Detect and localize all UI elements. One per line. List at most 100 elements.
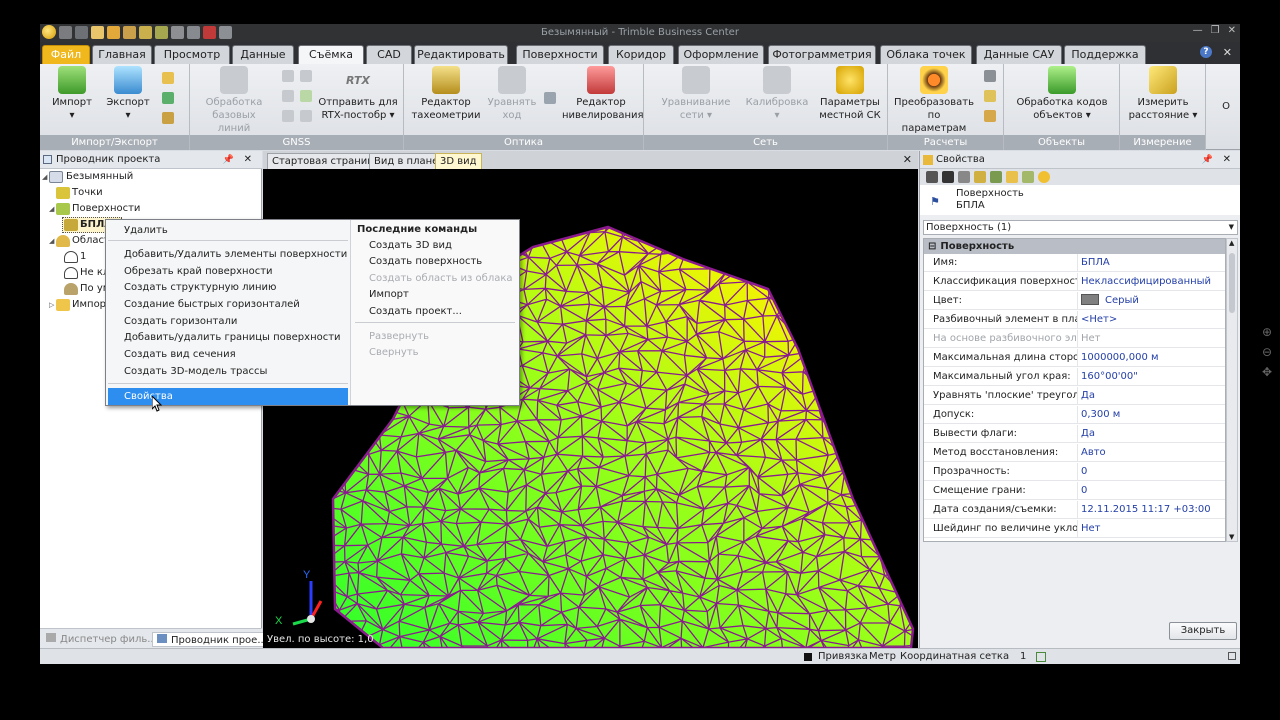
- context-menu-item[interactable]: Обрезать край поверхности: [108, 263, 348, 280]
- tab-cad[interactable]: CAD: [366, 45, 412, 64]
- property-row[interactable]: Максимальный угол края: 160°00'00": [924, 368, 1225, 386]
- recent-command-item[interactable]: Развернуть: [369, 329, 519, 345]
- resize-grip-icon[interactable]: [1228, 652, 1236, 660]
- selection-count-icon[interactable]: [1036, 652, 1046, 662]
- context-menu-item[interactable]: Добавить/удалить границы поверхности: [108, 329, 348, 346]
- toolbar-icon[interactable]: [990, 171, 1002, 183]
- toolbar-icon[interactable]: [958, 171, 970, 183]
- status-snap[interactable]: Привязка: [818, 651, 868, 662]
- property-value[interactable]: Да: [1077, 387, 1225, 405]
- property-value[interactable]: БПЛА: [1077, 254, 1225, 272]
- toolbar-icon[interactable]: [974, 171, 986, 183]
- tab-plan-view[interactable]: Вид в плане: [369, 153, 444, 169]
- level-editor-button[interactable]: Редактор нивелирования: [562, 66, 644, 122]
- small-tool-icon[interactable]: [162, 112, 174, 124]
- zoom-out-icon[interactable]: ⊖: [1262, 342, 1272, 362]
- tab-support[interactable]: Поддержка: [1064, 45, 1146, 64]
- property-row[interactable]: Имя: БПЛА: [924, 254, 1225, 272]
- selection-dropdown[interactable]: Поверхность (1) ▼: [923, 220, 1238, 235]
- close-button[interactable]: Закрыть: [1169, 622, 1237, 640]
- local-cs-params-button[interactable]: Параметры местной СК: [816, 66, 884, 122]
- close-pane-icon[interactable]: ✕: [244, 151, 252, 169]
- tab-view[interactable]: Просмотр: [154, 45, 230, 64]
- small-tool-icon[interactable]: [300, 70, 312, 82]
- property-grid-scrollbar[interactable]: ▲ ▼: [1226, 238, 1238, 542]
- close-view-icon[interactable]: ✕: [903, 153, 912, 166]
- tab-filter-manager[interactable]: Диспетчер филь...: [46, 632, 157, 647]
- recent-command-item[interactable]: Создать область из облака: [369, 271, 519, 287]
- property-row[interactable]: Допуск: 0,300 м: [924, 406, 1225, 424]
- property-value[interactable]: Авто: [1077, 444, 1225, 462]
- small-tool-icon[interactable]: [984, 110, 996, 122]
- property-value[interactable]: 0: [1077, 482, 1225, 500]
- context-menu-item[interactable]: Создать 3D-модель трассы: [108, 363, 348, 380]
- property-row[interactable]: Разбивочный элемент в план <Нет>: [924, 311, 1225, 329]
- process-feature-codes-button[interactable]: Обработка кодов объектов ▾: [1012, 66, 1112, 122]
- pin-icon[interactable]: 📌: [1202, 151, 1213, 169]
- import-button[interactable]: Импорт ▾: [50, 66, 94, 122]
- property-row[interactable]: Дата создания/съемки: 12.11.2015 11:17 +0…: [924, 501, 1225, 519]
- recent-command-item[interactable]: Свернуть: [369, 345, 519, 361]
- help-icon[interactable]: ?: [1200, 46, 1212, 58]
- property-row[interactable]: На основе разбивочного эле Нет: [924, 330, 1225, 348]
- tab-file[interactable]: Файл: [42, 45, 90, 64]
- small-tool-icon[interactable]: [282, 110, 294, 122]
- minimize-icon[interactable]: —: [1193, 25, 1203, 36]
- tree-item[interactable]: ◢ Безымянный: [40, 169, 260, 185]
- property-value[interactable]: Неклассифицированный: [1077, 273, 1225, 291]
- tab-machine-data[interactable]: Данные САУ: [976, 45, 1062, 64]
- property-row[interactable]: Метод восстановления: Авто: [924, 444, 1225, 462]
- status-units[interactable]: Метр: [869, 651, 896, 662]
- property-value[interactable]: 1000000,000 м: [1077, 349, 1225, 367]
- context-menu-item[interactable]: Создать горизонтали: [108, 313, 348, 330]
- recent-command-item[interactable]: Создать проект...: [369, 304, 519, 320]
- adjust-traverse-button[interactable]: Уравнять ход: [484, 66, 540, 122]
- toolbar-icon[interactable]: [926, 171, 938, 183]
- property-value[interactable]: <Нет>: [1077, 311, 1225, 329]
- context-menu-item[interactable]: Создать вид сечения: [108, 346, 348, 363]
- tab-start-page[interactable]: Стартовая страница: [267, 153, 386, 169]
- tree-item[interactable]: Точки: [40, 185, 260, 201]
- tab-edit[interactable]: Редактировать: [414, 45, 508, 64]
- scroll-down-icon[interactable]: ▼: [1229, 533, 1234, 541]
- context-menu-item[interactable]: Удалить: [108, 222, 348, 239]
- network-adjustment-button[interactable]: Уравнивание сети ▾: [656, 66, 736, 122]
- scroll-up-icon[interactable]: ▲: [1229, 239, 1234, 247]
- property-row[interactable]: Классификация поверхности: Неклассифициро…: [924, 273, 1225, 291]
- property-value[interactable]: Нет: [1077, 520, 1225, 538]
- small-tool-icon[interactable]: [300, 110, 312, 122]
- toolbar-icon[interactable]: [1038, 171, 1050, 183]
- tab-project-explorer[interactable]: Проводник прое...: [152, 632, 272, 647]
- close-window-icon[interactable]: ✕: [1228, 25, 1236, 36]
- property-value[interactable]: 160°00'00": [1077, 368, 1225, 386]
- property-row[interactable]: Вывести флаги: Да: [924, 425, 1225, 443]
- tab-drafting[interactable]: Оформление: [678, 45, 764, 64]
- small-tool-icon[interactable]: [984, 70, 996, 82]
- context-menu-item[interactable]: Добавить/Удалить элементы поверхности: [108, 246, 348, 263]
- status-grid[interactable]: Координатная сетка: [900, 651, 1009, 662]
- total-station-editor-button[interactable]: Редактор тахеометрии: [410, 66, 482, 122]
- property-value[interactable]: Да: [1077, 425, 1225, 443]
- export-button[interactable]: Экспорт ▾: [106, 66, 150, 122]
- pin-icon[interactable]: 📌: [223, 151, 234, 169]
- tab-survey[interactable]: Съёмка: [298, 45, 364, 65]
- property-row[interactable]: Уравнять 'плоские' треугольн Да: [924, 387, 1225, 405]
- close-ribbon-icon[interactable]: ✕: [1223, 46, 1232, 59]
- tree-item[interactable]: ◢ Поверхности: [40, 201, 260, 217]
- small-tool-icon[interactable]: [544, 92, 556, 104]
- toolbar-icon[interactable]: [942, 171, 954, 183]
- tab-surfaces[interactable]: Поверхности: [516, 45, 604, 64]
- close-pane-icon[interactable]: ✕: [1223, 151, 1231, 169]
- property-value[interactable]: Серый: [1077, 292, 1225, 310]
- toolbar-icon[interactable]: [1006, 171, 1018, 183]
- measure-distance-button[interactable]: Измерить расстояние ▾: [1124, 66, 1202, 122]
- scrollbar-thumb[interactable]: [1229, 253, 1235, 313]
- small-tool-icon[interactable]: [984, 90, 996, 102]
- small-tool-icon[interactable]: [162, 92, 174, 104]
- context-menu-item[interactable]: Создание быстрых горизонталей: [108, 296, 348, 313]
- property-value[interactable]: 0: [1077, 463, 1225, 481]
- tab-3d-view[interactable]: 3D вид: [435, 153, 482, 169]
- calibration-button[interactable]: Калибровка ▾: [742, 66, 812, 122]
- recent-command-item[interactable]: Создать поверхность: [369, 254, 519, 270]
- property-value[interactable]: 12.11.2015 11:17 +03:00: [1077, 501, 1225, 519]
